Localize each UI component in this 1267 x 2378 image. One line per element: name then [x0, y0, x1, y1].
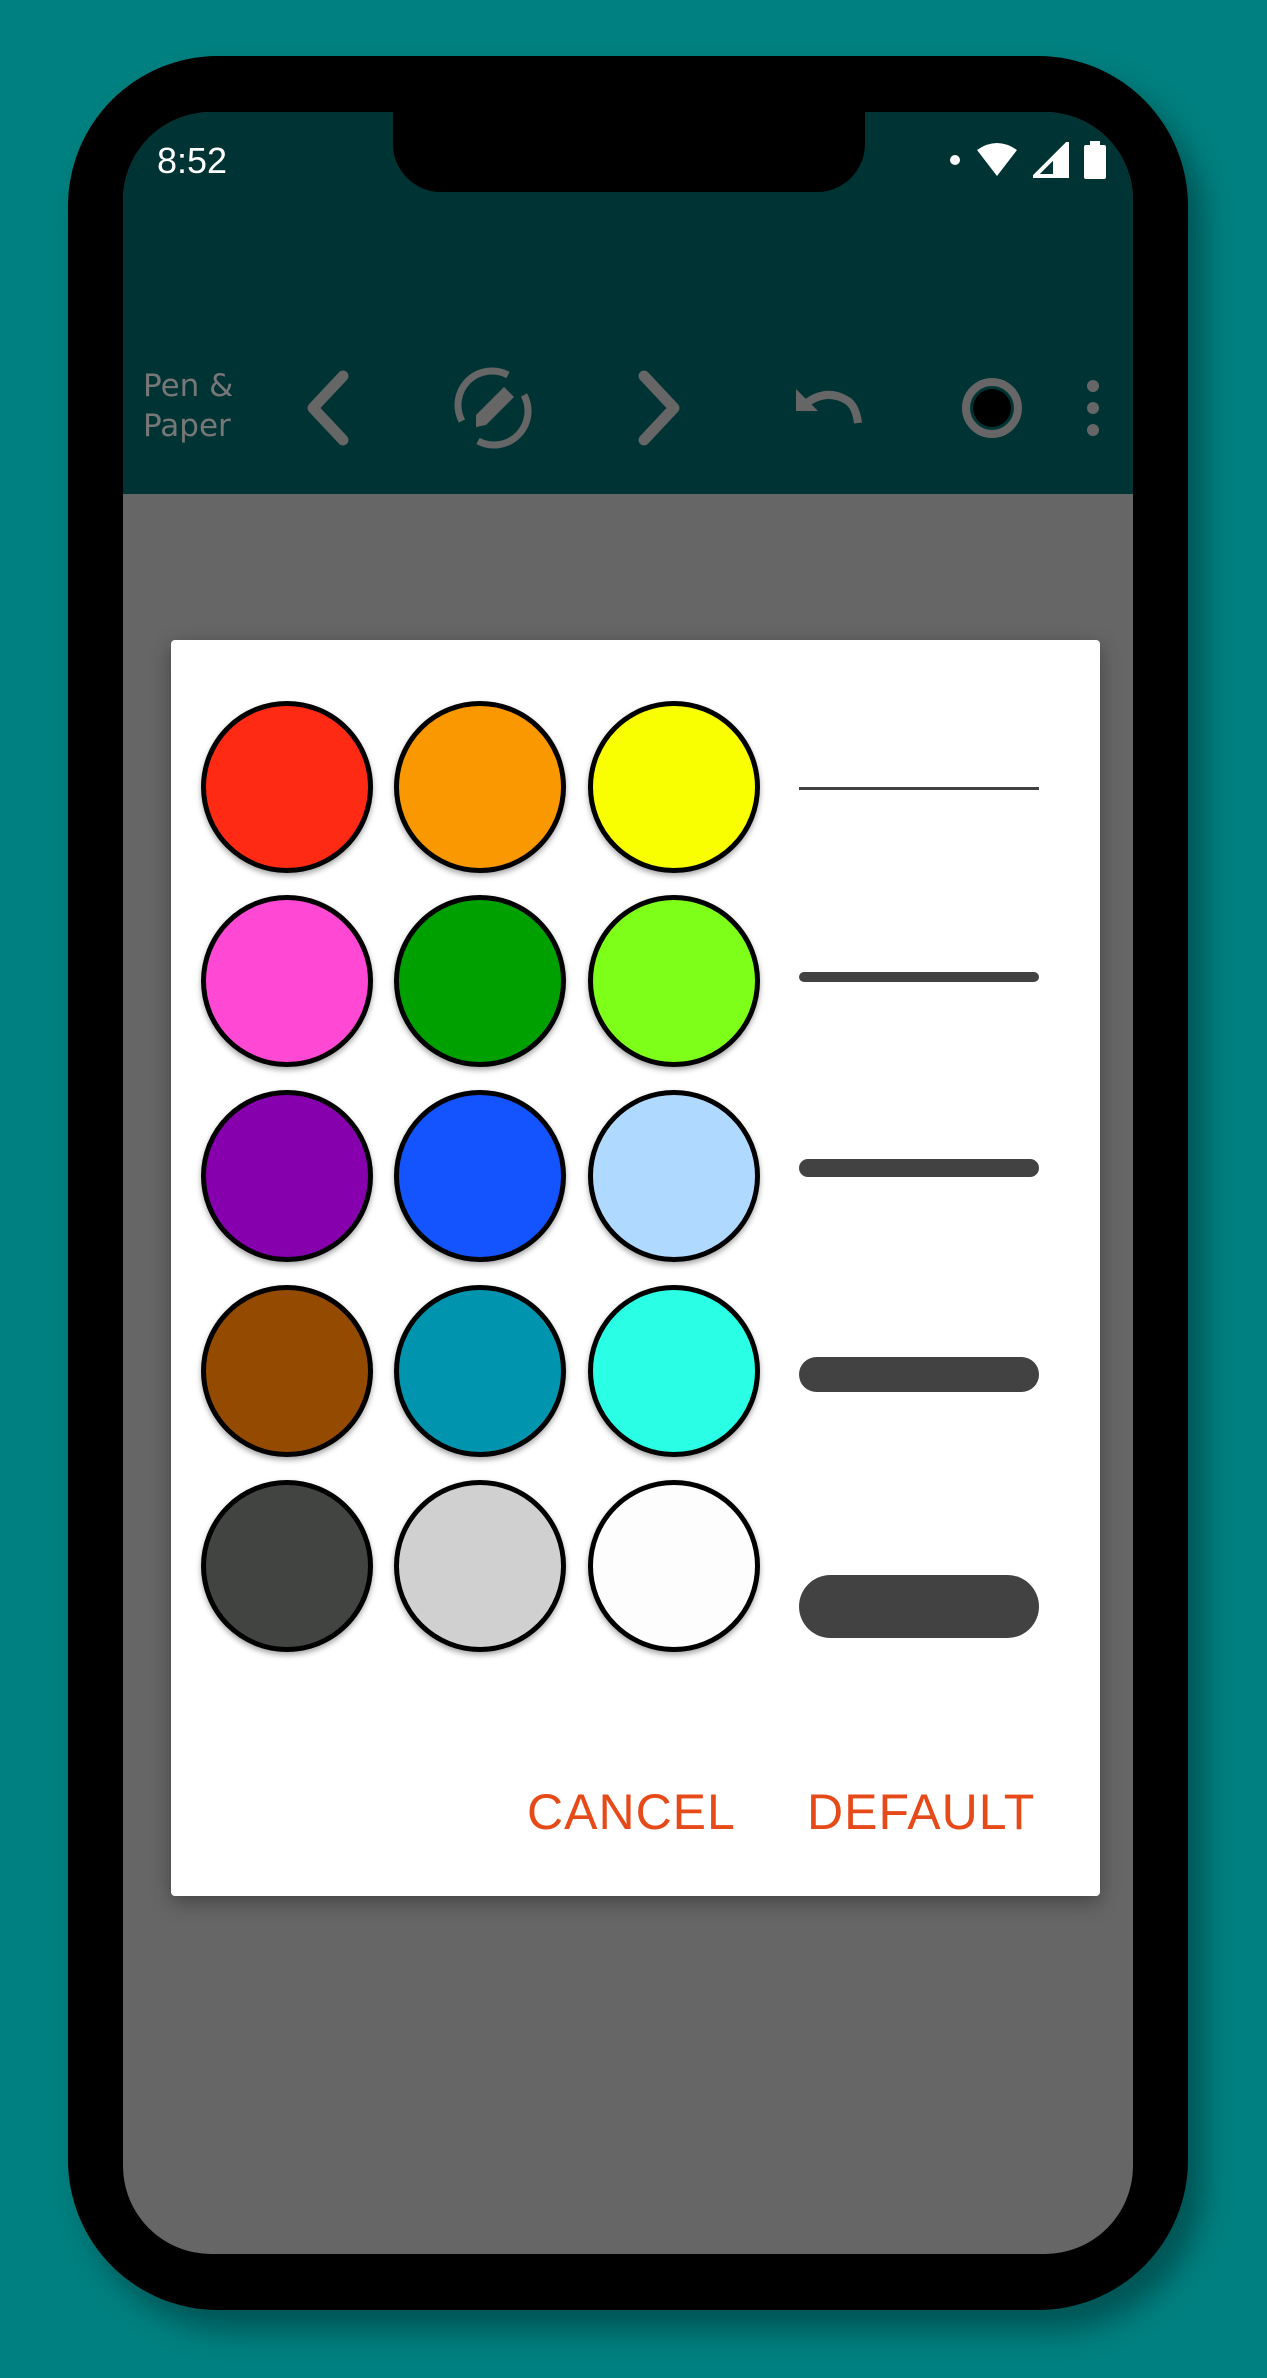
undo-button[interactable]: [781, 362, 873, 454]
cell-signal-icon: [1030, 138, 1069, 183]
status-time: 8:52: [157, 140, 228, 181]
app-title-line1: Pen &: [143, 368, 234, 404]
battery-icon: [1083, 140, 1107, 184]
color-swatch-green[interactable]: [394, 895, 566, 1067]
color-swatch-lime[interactable]: [588, 895, 760, 1067]
overflow-menu-button[interactable]: [1073, 362, 1113, 454]
pen-settings-dialog: CANCEL DEFAULT: [171, 640, 1100, 1896]
color-swatch-white[interactable]: [588, 1480, 760, 1652]
brush-size-icon: [962, 378, 1022, 438]
color-swatch-light-blue[interactable]: [588, 1090, 760, 1262]
color-swatch-purple[interactable]: [201, 1090, 373, 1262]
camera-notch: [393, 112, 865, 192]
color-swatch-pink[interactable]: [201, 895, 373, 1067]
app-title: Pen & Paper: [143, 366, 273, 446]
color-swatch-light-gray[interactable]: [394, 1480, 566, 1652]
color-swatch-dark-gray[interactable]: [201, 1480, 373, 1652]
wifi-icon: [975, 142, 1019, 183]
color-swatch-brown[interactable]: [201, 1285, 373, 1457]
default-button[interactable]: DEFAULT: [807, 1783, 1035, 1841]
app-title-line2: Paper: [143, 408, 231, 444]
edit-mode-button[interactable]: [447, 362, 539, 454]
more-vert-icon: [1087, 380, 1099, 436]
next-page-button[interactable]: [613, 362, 705, 454]
color-swatch-cyan[interactable]: [588, 1285, 760, 1457]
pen-size-button[interactable]: [946, 362, 1038, 454]
cancel-button[interactable]: CANCEL: [527, 1783, 736, 1841]
line-width-thick[interactable]: [799, 1357, 1039, 1392]
line-width-very-thin[interactable]: [799, 787, 1039, 790]
previous-page-button[interactable]: [282, 362, 374, 454]
line-width-medium[interactable]: [799, 1159, 1039, 1177]
color-swatch-blue[interactable]: [394, 1090, 566, 1262]
color-swatch-teal[interactable]: [394, 1285, 566, 1457]
undo-icon: [796, 389, 862, 424]
chevron-left-icon: [307, 370, 349, 446]
app-toolbar: Pen & Paper: [123, 252, 1133, 494]
notification-dot-icon: [949, 153, 961, 171]
color-swatch-yellow[interactable]: [588, 701, 760, 873]
color-swatch-orange[interactable]: [394, 701, 566, 873]
line-width-thin[interactable]: [799, 972, 1039, 982]
edit-off-icon: [454, 367, 532, 449]
chevron-right-icon: [638, 370, 680, 446]
color-swatch-red[interactable]: [201, 701, 373, 873]
line-width-very-thick[interactable]: [799, 1575, 1039, 1638]
status-icons: [949, 138, 1107, 184]
